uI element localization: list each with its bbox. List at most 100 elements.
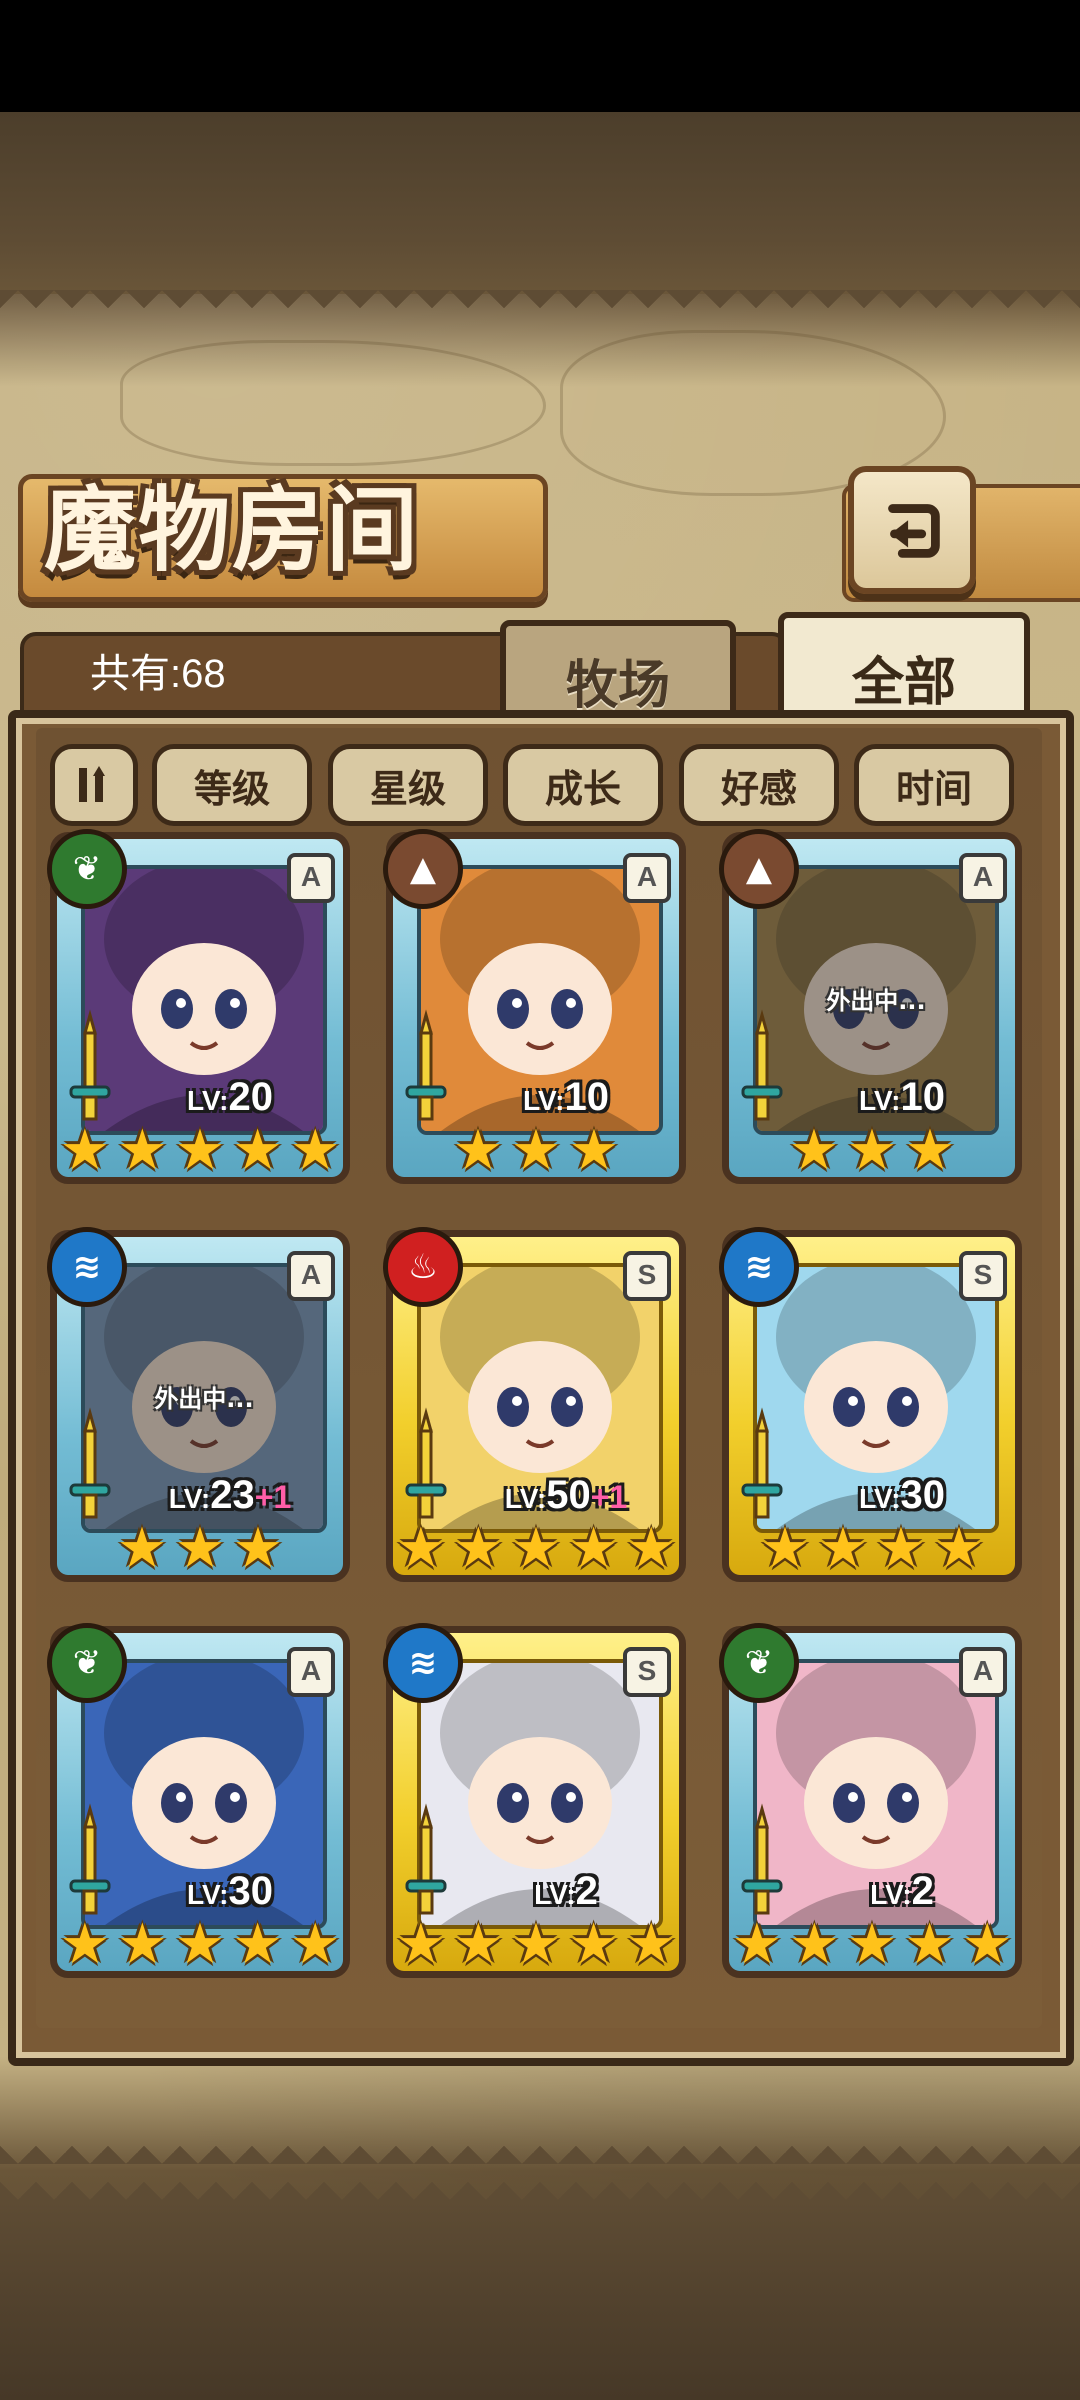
star-icon: ★ [452,1118,504,1183]
sort-by-level-button[interactable]: 等级 [152,744,312,826]
monster-card[interactable]: ♨ S LV:50+1 ★ ★ ★ ★ ★ [383,1227,686,1582]
monster-card[interactable]: ≋ S LV:2 ★ ★ ★ ★ ★ [383,1623,686,1978]
attack-sword-icon [741,1407,783,1519]
star-icon: ★ [731,1912,782,1977]
star-icon: ★ [789,1912,840,1977]
star-icon: ★ [290,1118,341,1183]
rank-badge: A [287,1647,335,1697]
level-prefix: LV: [187,1085,229,1116]
star-rating: ★ ★ ★ [729,1123,1015,1183]
map-decoration [120,340,546,466]
star-icon: ★ [117,1912,168,1977]
away-status: 外出中... [826,987,926,1015]
attack-sword-icon [405,1009,447,1121]
star-icon: ★ [817,1516,869,1581]
level-value: 2 [575,1869,598,1913]
star-icon: ★ [59,1118,110,1183]
rank-badge: S [959,1251,1007,1301]
monster-card[interactable]: 外出中... ≋ A LV:23+1 ★ ★ ★ [47,1227,350,1582]
level-value: 23 [210,1473,255,1517]
attack-sword-icon [69,1009,111,1121]
star-icon: ★ [290,1912,341,1977]
rank-badge: A [287,1251,335,1301]
rank-badge: A [287,853,335,903]
star-icon: ★ [875,1516,927,1581]
star-icon: ★ [116,1516,168,1581]
fire-icon: ♨ [383,1227,463,1307]
level-prefix: LV: [859,1085,901,1116]
level-bonus: +1 [254,1479,292,1515]
back-arrow-icon [888,504,940,558]
monster-card[interactable]: ❦ A LV:2 ★ ★ ★ ★ ★ [719,1623,1022,1978]
rank-badge: S [623,1251,671,1301]
bottom-zigzag-border [0,2130,1080,2200]
star-icon: ★ [232,1118,283,1183]
monster-card[interactable]: ≋ S LV:30 ★ ★ ★ ★ [719,1227,1022,1582]
level-prefix: LV: [523,1085,565,1116]
star-icon: ★ [904,1118,956,1183]
sort-order-toggle[interactable] [50,744,138,826]
level-prefix: LV: [859,1483,901,1514]
level-value: 30 [900,1473,945,1517]
star-rating: ★ ★ ★ ★ ★ [393,1917,679,1977]
sort-order-icon [79,766,105,802]
sort-by-star-button[interactable]: 星级 [328,744,488,826]
attack-sword-icon [741,1009,783,1121]
monster-card[interactable]: ▲ A LV:10 ★ ★ ★ [383,829,686,1184]
level-prefix: LV: [534,1879,576,1910]
star-icon: ★ [174,1516,226,1581]
top-map-band [0,112,1080,294]
star-icon: ★ [395,1516,446,1581]
sort-by-time-button[interactable]: 时间 [854,744,1014,826]
earth-icon: ▲ [383,829,463,909]
rank-badge: S [623,1647,671,1697]
status-bar [0,0,1080,112]
star-rating: ★ ★ ★ ★ ★ [393,1521,679,1581]
attack-sword-icon [69,1407,111,1519]
nature-icon: ❦ [719,1623,799,1703]
star-rating: ★ ★ ★ ★ ★ [57,1917,343,1977]
level-prefix: LV: [504,1483,547,1514]
water-icon: ≋ [719,1227,799,1307]
monster-card[interactable]: ❦ A LV:30 ★ ★ ★ ★ ★ [47,1623,350,1978]
sort-by-growth-button[interactable]: 成长 [503,744,663,826]
bottom-map-band [0,2200,1080,2400]
level-value: 10 [564,1075,609,1119]
star-rating: ★ ★ ★ ★ [729,1521,1015,1581]
star-rating: ★ ★ ★ ★ ★ [729,1917,1015,1977]
attack-sword-icon [405,1803,447,1915]
star-icon: ★ [962,1912,1013,1977]
earth-icon: ▲ [719,829,799,909]
star-icon: ★ [232,1516,284,1581]
level-value: 50 [546,1473,591,1517]
monster-card[interactable]: ❦ A LV:20 ★ ★ ★ ★ ★ [47,829,350,1184]
star-icon: ★ [453,1912,504,1977]
star-icon: ★ [626,1912,677,1977]
level-value: 30 [228,1869,273,1913]
star-icon: ★ [759,1516,811,1581]
rank-badge: A [623,853,671,903]
star-icon: ★ [117,1118,168,1183]
monster-card[interactable]: 外出中... ▲ A LV:10 ★ ★ ★ [719,829,1022,1184]
star-rating: ★ ★ ★ ★ ★ [57,1123,343,1183]
level-value: 10 [900,1075,945,1119]
star-icon: ★ [788,1118,840,1183]
star-icon: ★ [846,1118,898,1183]
rank-badge: A [959,853,1007,903]
sort-by-affection-button[interactable]: 好感 [679,744,839,826]
attack-sword-icon [741,1803,783,1915]
star-icon: ★ [568,1516,619,1581]
star-icon: ★ [395,1912,446,1977]
star-icon: ★ [846,1912,898,1977]
back-button[interactable] [848,466,976,594]
nature-icon: ❦ [47,1623,127,1703]
level-prefix: LV: [168,1483,211,1514]
star-icon: ★ [510,1516,562,1581]
star-icon: ★ [174,1912,226,1977]
star-icon: ★ [174,1118,226,1183]
star-icon: ★ [568,1912,619,1977]
star-rating: ★ ★ ★ [57,1521,343,1581]
monster-count: 共有:68 [90,652,226,696]
star-icon: ★ [626,1516,677,1581]
rank-badge: A [959,1647,1007,1697]
